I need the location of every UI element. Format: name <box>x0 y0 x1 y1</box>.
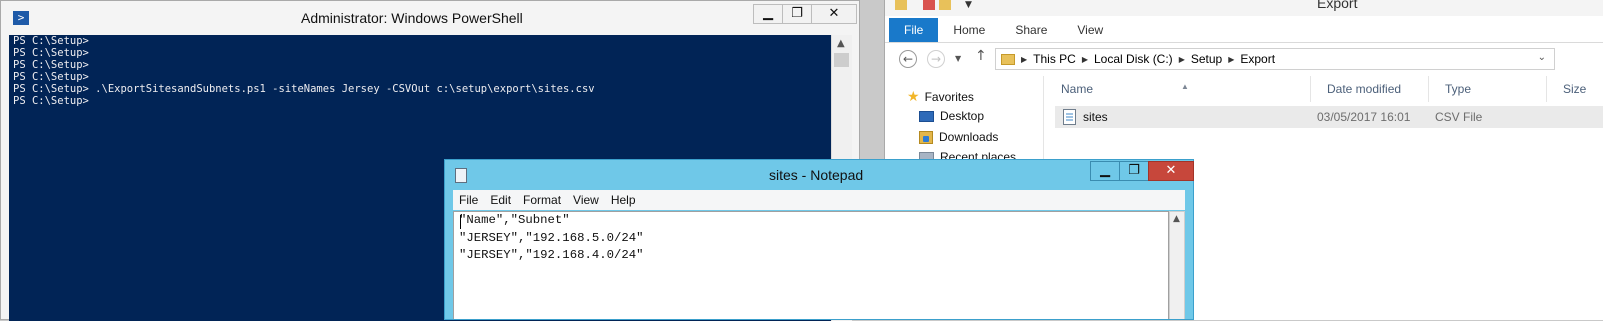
nav-label: Favorites <box>924 89 974 104</box>
csv-file-icon <box>1063 109 1076 125</box>
tab-share[interactable]: Share <box>1000 18 1062 42</box>
forward-icon[interactable]: → <box>927 50 945 68</box>
maximize-button[interactable]: ❐ <box>782 4 812 24</box>
notepad-icon <box>455 168 467 183</box>
file-type: CSV File <box>1435 110 1483 124</box>
properties-icon[interactable] <box>923 0 935 10</box>
console-line: PS C:\Setup> .\ExportSitesandSubnets.ps1… <box>13 83 595 95</box>
maximize-button[interactable]: ❐ <box>1119 161 1149 181</box>
recent-locations-icon[interactable]: ▼ <box>955 54 961 63</box>
downloads-icon <box>919 130 933 144</box>
column-header-name[interactable]: ▲ Name <box>1045 76 1311 102</box>
explorer-titlebar[interactable]: ▼ Export <box>885 0 1603 16</box>
scroll-up-icon[interactable]: ▲ <box>837 38 845 49</box>
tab-home[interactable]: Home <box>938 18 1000 42</box>
editor-line: "JERSEY","192.168.4.0/24" <box>459 248 644 262</box>
scroll-up-icon[interactable]: ▲ <box>1173 214 1180 224</box>
powershell-icon: > <box>13 11 29 25</box>
tab-view[interactable]: View <box>1062 18 1118 42</box>
notepad-title: sites - Notepad <box>769 167 864 183</box>
nav-label: Downloads <box>939 130 999 144</box>
breadcrumb-setup[interactable]: Setup <box>1191 52 1222 66</box>
sort-ascending-icon: ▲ <box>1181 82 1189 91</box>
scrollbar-thumb[interactable] <box>834 53 849 67</box>
desktop-icon <box>919 110 934 122</box>
breadcrumb-local-disk[interactable]: Local Disk (C:) <box>1094 52 1173 66</box>
folder-icon <box>1001 53 1015 65</box>
notepad-window[interactable]: sites - Notepad ▁ ❐ ✕ File Edit Format V… <box>444 159 1194 320</box>
editor-line: "Name","Subnet" <box>459 213 570 227</box>
menu-format[interactable]: Format <box>517 190 567 210</box>
folder-icon <box>895 0 907 10</box>
column-label: Name <box>1061 82 1094 96</box>
minimize-button[interactable]: ▁ <box>753 4 783 24</box>
chevron-right-icon[interactable]: ▶ <box>1179 55 1185 64</box>
console-line: PS C:\Setup> <box>13 35 89 47</box>
console-line: PS C:\Setup> <box>13 47 89 59</box>
editor-line: "JERSEY","192.168.5.0/24" <box>459 230 644 245</box>
menu-bar: File Edit Format View Help <box>453 190 1185 210</box>
powershell-title: Administrator: Windows PowerShell <box>301 10 523 26</box>
star-icon: ★ <box>907 88 920 104</box>
menu-view[interactable]: View <box>567 190 605 210</box>
chevron-right-icon[interactable]: ▶ <box>1228 55 1234 64</box>
nav-label: Desktop <box>940 109 985 123</box>
explorer-title: Export <box>1317 0 1358 11</box>
close-button[interactable]: ✕ <box>1148 161 1194 181</box>
column-header-type[interactable]: Type <box>1429 76 1547 102</box>
menu-edit[interactable]: Edit <box>484 190 517 210</box>
powershell-titlebar[interactable]: > Administrator: Windows PowerShell ▁ ❐ … <box>1 1 859 35</box>
column-header-size[interactable]: Size <box>1547 76 1603 102</box>
console-line: PS C:\Setup> <box>13 59 89 71</box>
chevron-down-icon[interactable]: ⌄ <box>1538 52 1546 63</box>
breadcrumb-this-pc[interactable]: This PC <box>1033 52 1076 66</box>
menu-file[interactable]: File <box>453 190 484 210</box>
text-caret <box>460 215 461 229</box>
file-row[interactable]: sites 03/05/2017 16:01 CSV File <box>1055 106 1603 128</box>
menu-help[interactable]: Help <box>605 190 642 210</box>
chevron-right-icon[interactable]: ▶ <box>1021 55 1027 64</box>
address-bar[interactable]: ▶ This PC ▶ Local Disk (C:) ▶ Setup ▶ Ex… <box>995 48 1555 70</box>
file-date: 03/05/2017 16:01 <box>1317 110 1411 124</box>
column-header-date[interactable]: Date modified <box>1311 76 1429 102</box>
text-editor[interactable]: "Name","Subnet" "JERSEY","192.168.5.0/24… <box>453 211 1169 319</box>
notepad-titlebar[interactable]: sites - Notepad ▁ ❐ ✕ <box>445 160 1194 190</box>
file-name: sites <box>1083 110 1108 124</box>
close-button[interactable]: ✕ <box>811 4 857 24</box>
address-row: ← → ▼ ↑ ▶ This PC ▶ Local Disk (C:) ▶ Se… <box>885 44 1603 74</box>
nav-desktop[interactable]: Desktop <box>919 109 984 123</box>
chevron-right-icon[interactable]: ▶ <box>1082 55 1088 64</box>
breadcrumb-export[interactable]: Export <box>1240 52 1275 66</box>
nav-downloads[interactable]: Downloads <box>919 130 998 144</box>
new-folder-icon[interactable] <box>939 0 951 10</box>
up-arrow-icon[interactable]: ↑ <box>975 48 987 64</box>
tab-file[interactable]: File <box>889 18 939 42</box>
chevron-down-icon[interactable]: ▼ <box>965 0 977 10</box>
console-line: PS C:\Setup> <box>13 71 89 83</box>
back-icon[interactable]: ← <box>899 50 917 68</box>
console-line: PS C:\Setup> <box>13 95 89 107</box>
minimize-button[interactable]: ▁ <box>1090 161 1120 181</box>
nav-favorites[interactable]: ★ Favorites <box>907 88 974 105</box>
editor-scrollbar[interactable]: ▲ <box>1169 211 1185 319</box>
ribbon-tabs: File Home Share View <box>885 18 1603 43</box>
